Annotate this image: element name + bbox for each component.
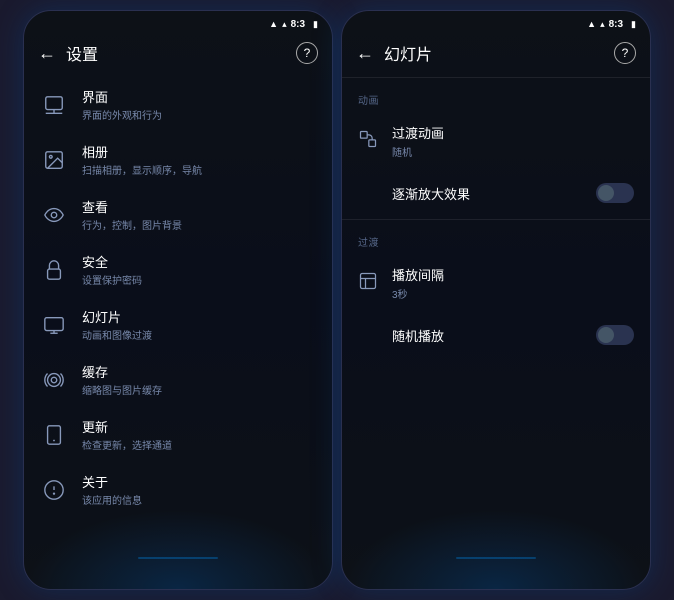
left-header: ← 设置 ? (24, 33, 332, 73)
time-display: 8:3 (291, 19, 305, 30)
random-play-content: 随机播放 (358, 326, 582, 345)
fade-effect-content: 逐渐放大效果 (358, 184, 582, 203)
signal-icon: ▲ (269, 19, 278, 29)
fade-effect-toggle[interactable] (596, 183, 634, 203)
right-phone: ▲ ▴ 8:3 ▮ ← 幻灯片 ? 动画 过渡动画 随机 逐渐放大 (341, 10, 651, 590)
settings-item-slideshow[interactable]: 幻灯片 动画和图像过渡 (24, 297, 332, 352)
section-animation-label: 动画 (342, 82, 650, 111)
viewer-icon (40, 201, 68, 229)
divider-middle (342, 219, 650, 220)
transition-animation-content: 过渡动画 随机 (392, 123, 634, 159)
play-interval-content: 播放间隔 3秒 (392, 265, 634, 301)
transition-animation-row[interactable]: 过渡动画 随机 (342, 111, 650, 171)
wifi-icon-right: ▴ (600, 19, 605, 30)
cache-text: 缓存 缩略图与图片缓存 (82, 362, 162, 397)
battery-icon: ▮ (313, 19, 318, 30)
left-page-title: 设置 (66, 41, 286, 65)
right-page-title: 幻灯片 (384, 41, 604, 65)
interface-icon (40, 91, 68, 119)
update-text: 更新 检查更新，选择通道 (82, 417, 172, 452)
update-icon (40, 421, 68, 449)
settings-list: 界面 界面的外观和行为 相册 扫描相册，显示顺序，导航 (24, 73, 332, 521)
section-transition-label: 过渡 (342, 224, 650, 253)
slideshow-icon (40, 311, 68, 339)
bottom-glow-left (24, 509, 332, 589)
settings-item-about[interactable]: 关于 该应用的信息 (24, 462, 332, 517)
settings-item-album[interactable]: 相册 扫描相册，显示顺序，导航 (24, 132, 332, 187)
bottom-glow-right (342, 509, 650, 589)
play-interval-row[interactable]: 播放间隔 3秒 (342, 253, 650, 313)
viewer-text: 查看 行为，控制，图片背景 (82, 197, 182, 232)
settings-item-cache[interactable]: 缓存 缩略图与图片缓存 (24, 352, 332, 407)
random-play-row[interactable]: 随机播放 (342, 313, 650, 357)
about-text: 关于 该应用的信息 (82, 472, 142, 507)
back-button-left[interactable]: ← (38, 43, 56, 64)
left-phone: ▲ ▴ 8:3 ▮ ← 设置 ? 界面 界面的外观和行为 (23, 10, 333, 590)
fade-effect-row[interactable]: 逐渐放大效果 (342, 171, 650, 215)
security-icon (40, 256, 68, 284)
status-bar-right: ▲ ▴ 8:3 ▮ (342, 11, 650, 33)
phones-container: ▲ ▴ 8:3 ▮ ← 设置 ? 界面 界面的外观和行为 (23, 10, 651, 590)
play-interval-icon (358, 271, 378, 296)
bottom-dots-right (456, 557, 536, 559)
transition-animation-icon (358, 129, 378, 154)
random-play-toggle[interactable] (596, 325, 634, 345)
help-button-right[interactable]: ? (614, 42, 636, 64)
security-text: 安全 设置保护密码 (82, 252, 142, 287)
cache-icon (40, 366, 68, 394)
settings-item-interface[interactable]: 界面 界面的外观和行为 (24, 77, 332, 132)
about-icon (40, 476, 68, 504)
back-button-right[interactable]: ← (356, 43, 374, 64)
signal-icon-right: ▲ (587, 19, 596, 29)
album-icon (40, 146, 68, 174)
divider-top (342, 77, 650, 78)
status-bar-left: ▲ ▴ 8:3 ▮ (24, 11, 332, 33)
bottom-dots-left (138, 557, 218, 559)
battery-icon-right: ▮ (631, 19, 636, 30)
slideshow-text: 幻灯片 动画和图像过渡 (82, 307, 152, 342)
settings-item-viewer[interactable]: 查看 行为，控制，图片背景 (24, 187, 332, 242)
wifi-icon: ▴ (282, 19, 287, 30)
time-display-right: 8:3 (609, 19, 623, 30)
interface-text: 界面 界面的外观和行为 (82, 87, 162, 122)
settings-item-update[interactable]: 更新 检查更新，选择通道 (24, 407, 332, 462)
settings-item-security[interactable]: 安全 设置保护密码 (24, 242, 332, 297)
right-header: ← 幻灯片 ? (342, 33, 650, 73)
album-text: 相册 扫描相册，显示顺序，导航 (82, 142, 202, 177)
help-button-left[interactable]: ? (296, 42, 318, 64)
